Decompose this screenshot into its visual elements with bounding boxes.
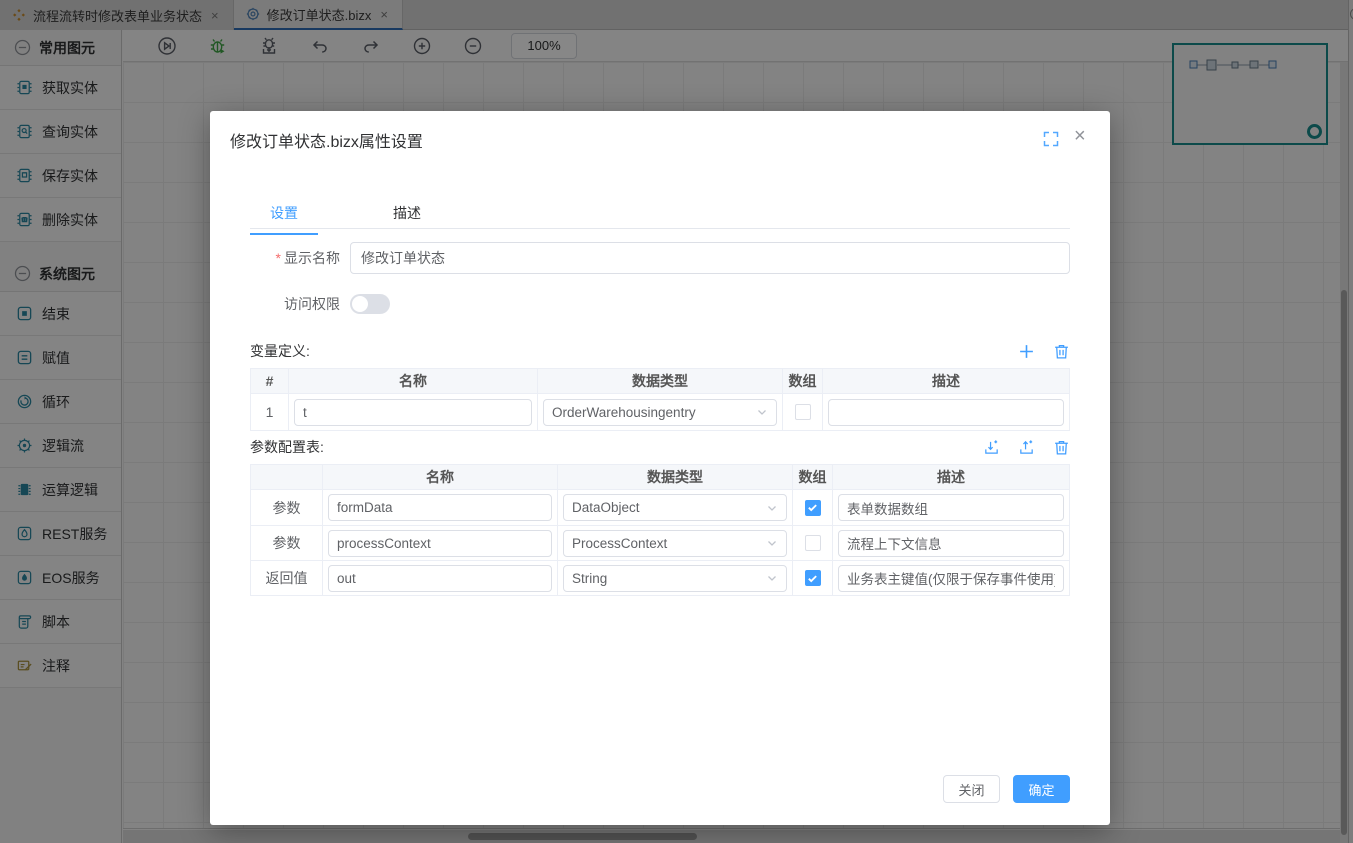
- required-asterisk: *: [276, 250, 281, 266]
- import-params-icon[interactable]: [983, 439, 1000, 456]
- display-name-row: *显示名称: [250, 242, 1070, 274]
- variables-table: # 名称 数据类型 数组 描述 1 OrderWarehousingentry: [250, 368, 1070, 431]
- variable-name-input[interactable]: [294, 399, 532, 426]
- params-table: 名称 数据类型 数组 描述 参数 DataObject 参数: [250, 464, 1070, 596]
- chevron-down-icon: [756, 406, 768, 418]
- param-kind: 返回值: [251, 560, 323, 595]
- col-type: 数据类型: [538, 369, 783, 394]
- param-array-checkbox[interactable]: [805, 500, 821, 516]
- params-table-header: 名称 数据类型 数组 描述: [251, 465, 1069, 490]
- chevron-down-icon: [766, 537, 778, 549]
- param-kind: 参数: [251, 525, 323, 560]
- dialog-tabs: 设置 描述: [250, 203, 431, 235]
- display-name-label: *显示名称: [250, 248, 340, 268]
- variables-section-header: 变量定义:: [250, 341, 1070, 361]
- variables-label: 变量定义:: [250, 341, 310, 361]
- param-array-checkbox[interactable]: [805, 535, 821, 551]
- param-row: 参数 ProcessContext: [251, 525, 1069, 560]
- variable-array-checkbox[interactable]: [795, 404, 811, 420]
- param-name-input[interactable]: [328, 530, 552, 557]
- param-type-select[interactable]: DataObject: [563, 494, 787, 521]
- col-type: 数据类型: [558, 465, 793, 490]
- params-label: 参数配置表:: [250, 437, 324, 457]
- param-row: 参数 DataObject: [251, 490, 1069, 525]
- confirm-button[interactable]: 确定: [1013, 775, 1070, 803]
- col-index: #: [251, 369, 289, 394]
- dialog-title: 修改订单状态.bizx属性设置: [230, 128, 423, 152]
- col-desc: 描述: [823, 369, 1069, 394]
- param-desc-input[interactable]: [838, 494, 1064, 521]
- params-section-header: 参数配置表:: [250, 437, 1070, 457]
- chevron-down-icon: [766, 502, 778, 514]
- param-name-input[interactable]: [328, 494, 552, 521]
- export-params-icon[interactable]: [1018, 439, 1035, 456]
- param-array-checkbox[interactable]: [805, 570, 821, 586]
- display-name-input[interactable]: [350, 242, 1070, 274]
- delete-param-icon[interactable]: [1053, 439, 1070, 456]
- row-index: 1: [251, 394, 289, 430]
- param-desc-input[interactable]: [838, 565, 1064, 592]
- variable-desc-input[interactable]: [828, 399, 1064, 426]
- close-icon[interactable]: ×: [1074, 126, 1086, 146]
- param-type-select[interactable]: String: [563, 565, 787, 592]
- tab-description[interactable]: 描述: [383, 203, 431, 235]
- variable-type-select[interactable]: OrderWarehousingentry: [543, 399, 777, 426]
- close-button[interactable]: 关闭: [943, 775, 1000, 803]
- access-label: 访问权限: [250, 294, 340, 314]
- access-row: 访问权限: [250, 294, 1070, 314]
- fullscreen-icon[interactable]: [1043, 131, 1059, 147]
- param-type-select[interactable]: ProcessContext: [563, 530, 787, 557]
- param-desc-input[interactable]: [838, 530, 1064, 557]
- param-row: 返回值 String: [251, 560, 1069, 595]
- tab-settings[interactable]: 设置: [250, 203, 318, 235]
- col-kind: [251, 465, 323, 490]
- add-variable-icon[interactable]: [1018, 343, 1035, 360]
- toggle-knob: [352, 296, 368, 312]
- chevron-down-icon: [766, 572, 778, 584]
- variable-row: 1 OrderWarehousingentry: [251, 394, 1069, 430]
- delete-variable-icon[interactable]: [1053, 343, 1070, 360]
- col-array: 数组: [793, 465, 833, 490]
- variables-table-header: # 名称 数据类型 数组 描述: [251, 369, 1069, 394]
- tabs-divider: [250, 228, 1070, 229]
- param-name-input[interactable]: [328, 565, 552, 592]
- col-desc: 描述: [833, 465, 1069, 490]
- param-kind: 参数: [251, 490, 323, 525]
- col-array: 数组: [783, 369, 823, 394]
- col-name: 名称: [323, 465, 558, 490]
- access-toggle[interactable]: [350, 294, 390, 314]
- app-root: 流程流转时修改表单业务状态 × 修改订单状态.bizx × 常用图元: [0, 0, 1353, 843]
- col-name: 名称: [289, 369, 538, 394]
- property-dialog: 修改订单状态.bizx属性设置 × 设置 描述 *显示名称 访问权限 变量定义:: [210, 111, 1110, 825]
